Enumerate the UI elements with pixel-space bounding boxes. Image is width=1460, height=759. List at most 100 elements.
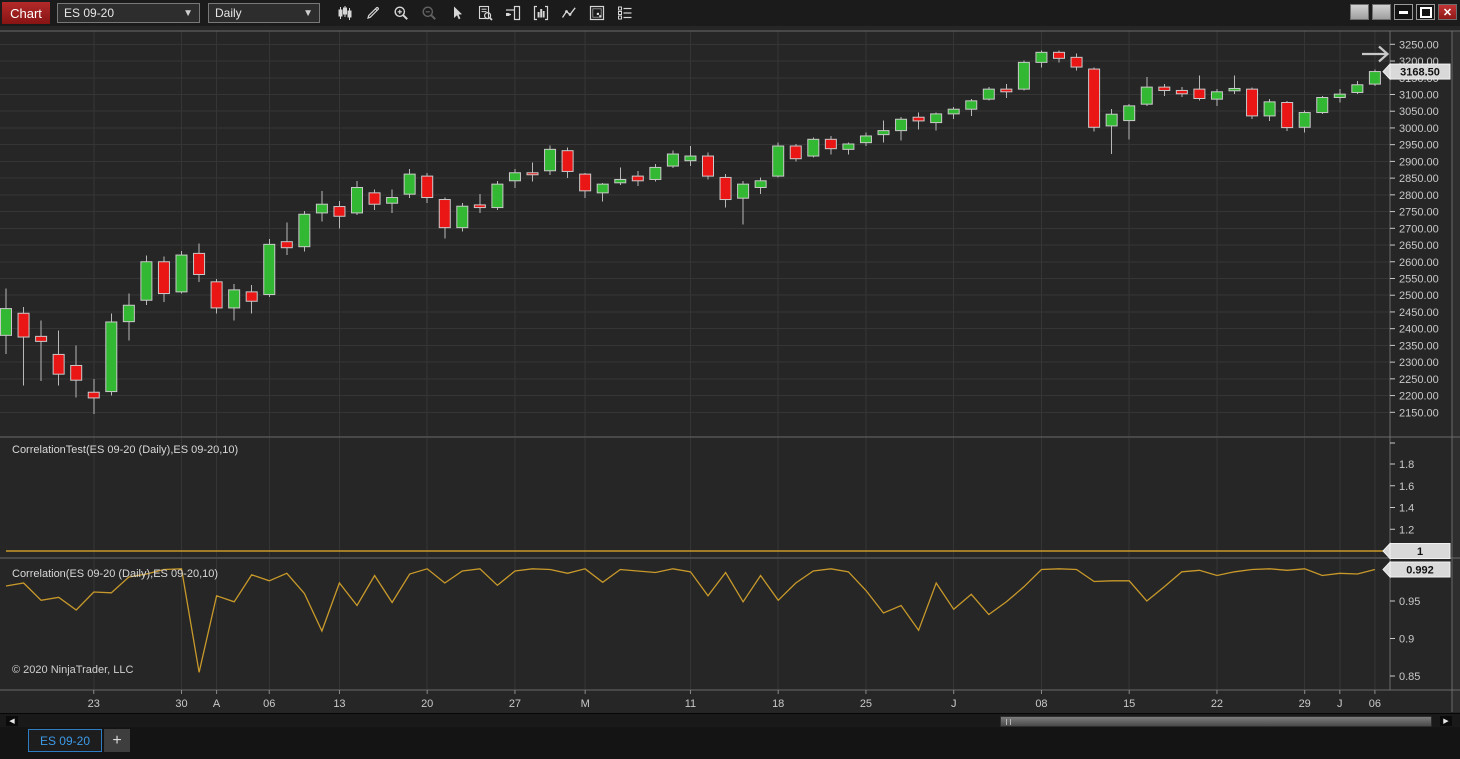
candle: [263, 243, 276, 296]
candle: [473, 204, 486, 209]
candle: [491, 183, 504, 209]
candle: [1088, 68, 1101, 128]
toolbar: [331, 2, 639, 24]
price-tick-label: 2900.00: [1399, 156, 1439, 168]
bar-type-button[interactable]: [331, 2, 359, 24]
chart-trader-button[interactable]: [499, 2, 527, 24]
candle: [1298, 112, 1311, 128]
strategies-button[interactable]: [555, 2, 583, 24]
test-value-label: 1: [1382, 542, 1451, 560]
candle: [1070, 56, 1083, 68]
thumb-grip: [1010, 718, 1011, 725]
candle: [70, 364, 83, 381]
minimize-button[interactable]: [1394, 4, 1413, 20]
indicators-icon: [533, 5, 549, 21]
interval-dropdown-value: Daily: [215, 6, 242, 20]
candle: [210, 281, 223, 309]
interval-dropdown[interactable]: Daily ▼: [208, 3, 320, 23]
candle: [1140, 86, 1153, 105]
candle: [1175, 89, 1188, 95]
zoom-in-button[interactable]: [387, 2, 415, 24]
candle: [1210, 91, 1223, 100]
chevron-down-icon: ▼: [183, 7, 193, 19]
close-button[interactable]: ✕: [1438, 4, 1457, 20]
zoom-out-icon: [422, 6, 436, 20]
time-axis-label: M: [581, 698, 590, 710]
drawing-tools-button[interactable]: [359, 2, 387, 24]
candle: [245, 291, 258, 302]
indicators-button[interactable]: [527, 2, 555, 24]
chart-properties-button[interactable]: [583, 2, 611, 24]
price-tick-label: 2650.00: [1399, 240, 1439, 252]
test-tick-label: 1.6: [1399, 481, 1414, 493]
candle: [789, 145, 802, 160]
candle: [895, 118, 908, 132]
price-tick-label: 2200.00: [1399, 391, 1439, 403]
strategies-icon: [561, 7, 576, 18]
data-box-button[interactable]: [471, 2, 499, 24]
time-axis-label: 25: [860, 698, 872, 710]
tab-label: ES 09-20: [39, 733, 91, 748]
candle: [807, 138, 820, 157]
candle: [579, 173, 592, 192]
scrollbar-thumb[interactable]: [1000, 715, 1432, 727]
test-tick-label: 1.4: [1399, 503, 1414, 515]
scroll-left-button[interactable]: ◀: [6, 716, 18, 726]
candle: [544, 148, 557, 172]
restore-button[interactable]: [1416, 4, 1435, 20]
watermark: © 2020 NinjaTrader, LLC: [12, 664, 133, 676]
price-tick-label: 2600.00: [1399, 257, 1439, 269]
time-axis-label: 23: [88, 698, 100, 710]
candle: [298, 213, 311, 248]
chart-canvas[interactable]: 3250.003200.003150.003100.003050.003000.…: [0, 26, 1460, 713]
price-tick-label: 2500.00: [1399, 290, 1439, 302]
window-button-1[interactable]: [1350, 4, 1369, 20]
chevron-down-icon: ▼: [303, 7, 313, 19]
correlation-value-label: 0.992: [1382, 560, 1451, 579]
candle: [1246, 88, 1259, 117]
candle: [105, 321, 118, 393]
candle: [649, 166, 662, 180]
svg-text:0.992: 0.992: [1406, 565, 1434, 577]
scroll-right-button[interactable]: ▶: [1440, 716, 1452, 726]
pencil-icon: [367, 6, 379, 19]
time-axis-label: 08: [1035, 698, 1047, 710]
add-tab-button[interactable]: +: [104, 729, 130, 752]
title-bar: Chart ES 09-20 ▼ Daily ▼ ✕: [0, 0, 1460, 26]
test-tick-label: 1.8: [1399, 459, 1414, 471]
candle: [1000, 88, 1013, 93]
chart-background: [0, 26, 1460, 713]
price-tick-label: 2750.00: [1399, 207, 1439, 219]
tab-es-09-20[interactable]: ES 09-20: [28, 729, 102, 752]
candle: [1035, 51, 1048, 63]
candle: [965, 100, 978, 110]
instrument-dropdown[interactable]: ES 09-20 ▼: [57, 3, 200, 23]
price-tick-label: 2150.00: [1399, 407, 1439, 419]
candle: [859, 135, 872, 144]
candle: [842, 143, 855, 150]
candle: [1228, 87, 1241, 92]
candle: [719, 176, 732, 201]
price-tick-label: 2950.00: [1399, 140, 1439, 152]
test-tick-label: 1.2: [1399, 524, 1414, 536]
time-axis-label: 22: [1211, 698, 1223, 710]
window-title-badge: Chart: [2, 2, 50, 24]
candle: [526, 172, 539, 176]
zoom-out-button[interactable]: [415, 2, 443, 24]
time-axis-label: A: [213, 698, 221, 710]
price-tick-label: 3100.00: [1399, 89, 1439, 101]
window-button-2[interactable]: [1372, 4, 1391, 20]
candle: [122, 304, 135, 323]
price-tick-label: 2550.00: [1399, 273, 1439, 285]
properties-list-icon: [618, 6, 632, 20]
candle: [1123, 105, 1136, 122]
price-tick-label: 2250.00: [1399, 374, 1439, 386]
price-tick-label: 2700.00: [1399, 223, 1439, 235]
candle: [175, 254, 188, 293]
cursor-button[interactable]: [443, 2, 471, 24]
chart-window: Chart ES 09-20 ▼ Daily ▼ ✕ 3250.00 3200.…: [0, 0, 1460, 759]
properties-button[interactable]: [611, 2, 639, 24]
candle: [1333, 93, 1346, 98]
test-panel-label: CorrelationTest(ES 09-20 (Daily),ES 09-2…: [12, 444, 238, 456]
candle: [157, 261, 170, 295]
